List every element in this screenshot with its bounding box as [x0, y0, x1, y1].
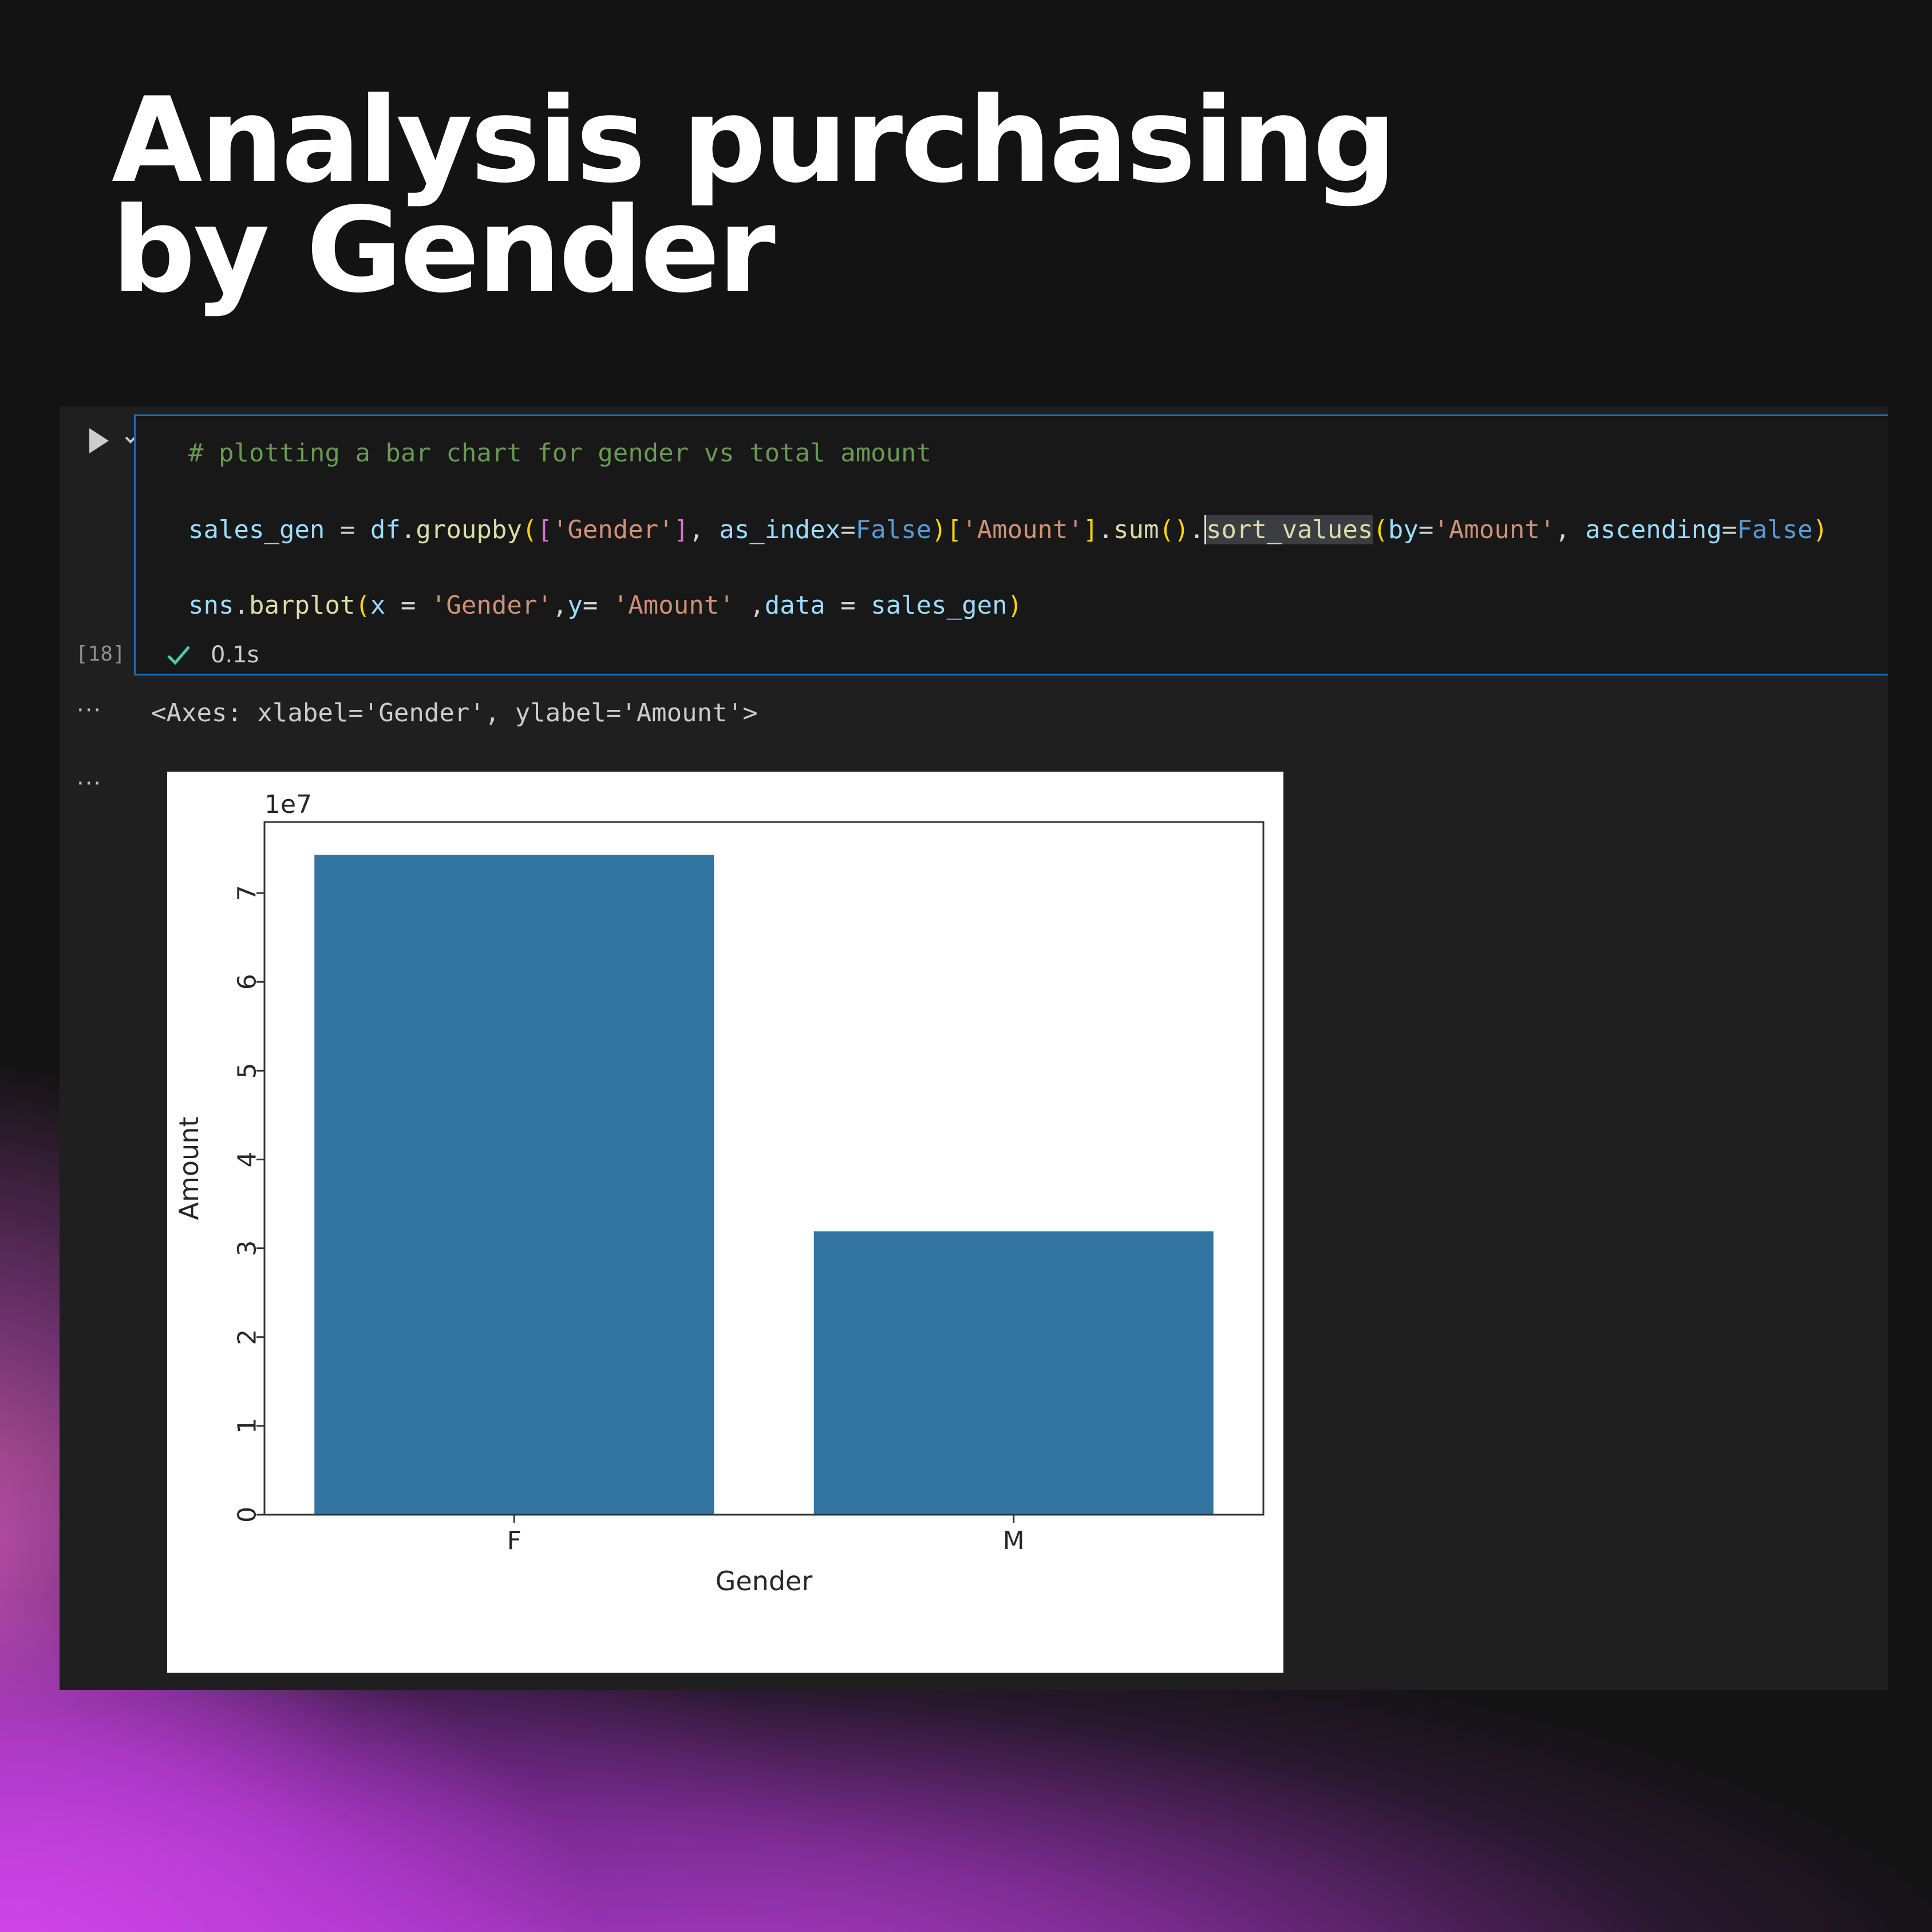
bar-m [813, 1231, 1214, 1515]
code-token: ] [1083, 515, 1099, 544]
code-token: ( [355, 591, 370, 620]
code-token: ) [931, 515, 947, 544]
code-token: . [400, 515, 416, 544]
code-token-selected: sort_values [1204, 515, 1373, 544]
code-token: barplot [248, 591, 355, 620]
page-title-line-1: Analysis purchasing [112, 73, 1397, 209]
code-token: ) [1812, 515, 1828, 544]
bar-f [314, 855, 714, 1515]
run-cell-button[interactable] [73, 424, 136, 458]
code-token: 'Amount' [962, 515, 1084, 544]
code-token: [ [946, 515, 962, 544]
code-token: df [370, 515, 401, 544]
cell-status: 0.1s [166, 639, 259, 671]
code-token: = [825, 591, 871, 620]
code-token: = [1418, 515, 1434, 544]
code-token: by [1388, 515, 1419, 544]
y-tick-label: 3 [233, 1240, 262, 1257]
y-tick-label: 4 [233, 1151, 262, 1167]
code-token: ( [1373, 515, 1388, 544]
y-axis-label: Amount [173, 1117, 204, 1220]
code-token: sales_gen [871, 591, 1008, 620]
code-token: x [370, 591, 386, 620]
code-token: = [325, 515, 370, 544]
code-token: ) [1007, 591, 1023, 620]
y-offset-text: 1e7 [264, 790, 312, 819]
code-token: . [234, 591, 249, 620]
execution-count: [18] [76, 642, 125, 666]
y-tick-label: 1 [233, 1418, 262, 1434]
code-token: as_index [719, 515, 841, 544]
execution-time: 0.1s [211, 642, 259, 668]
x-axis-label: Gender [716, 1566, 813, 1597]
code-token: sales_gen [188, 515, 325, 544]
y-tick-label: 2 [233, 1329, 262, 1345]
code-token: 'Gender' [430, 591, 552, 620]
y-tick-label: 0 [233, 1507, 262, 1523]
code-token: False [1737, 515, 1813, 544]
code-token: , [552, 591, 568, 620]
code-token: , [689, 515, 720, 544]
y-tick-label: 5 [233, 1062, 262, 1078]
code-token: ascending [1585, 515, 1722, 544]
y-tick-label: 6 [233, 974, 262, 990]
code-token: groupby [416, 515, 522, 544]
output-menu-ellipsis[interactable]: ··· [77, 697, 102, 724]
code-token: sns [188, 591, 234, 620]
code-token: data [764, 591, 825, 620]
output-menu-ellipsis[interactable]: ··· [77, 771, 102, 797]
page-title: Analysis purchasing by Gender [112, 73, 1397, 319]
code-token: , [1555, 515, 1586, 544]
code-token: () [1159, 515, 1190, 544]
code-line-comment[interactable]: # plotting a bar chart for gender vs tot… [188, 437, 931, 469]
code-token: sum [1113, 515, 1159, 544]
code-token: = [582, 591, 613, 620]
code-token: . [1098, 515, 1114, 544]
x-tick-label: M [1003, 1526, 1025, 1555]
code-token: = [385, 591, 431, 620]
code-comment: # plotting a bar chart for gender vs tot… [188, 438, 932, 468]
code-token: y [567, 591, 583, 620]
y-tick-label: 7 [233, 885, 262, 901]
play-icon [89, 428, 109, 453]
code-token: = [840, 515, 856, 544]
code-token: False [855, 515, 932, 544]
code-token: 'Gender' [552, 515, 674, 544]
code-token: , [734, 591, 765, 620]
bar-chart-output: F M 0 1 2 3 4 5 6 7 1e7 Gender Amount [167, 772, 1283, 1673]
code-token: 'Amount' [1433, 515, 1555, 544]
code-token: 'Amount' [613, 591, 734, 620]
code-line-groupby[interactable]: sales_gen = df.groupby(['Gender'], as_in… [188, 514, 1828, 546]
x-tick-label: F [507, 1526, 521, 1555]
code-token: ] [673, 515, 689, 544]
code-token: . [1189, 515, 1205, 544]
code-token: [ [537, 515, 552, 544]
code-token: = [1721, 515, 1737, 544]
code-line-barplot[interactable]: sns.barplot(x = 'Gender',y= 'Amount' ,da… [188, 590, 1022, 622]
output-axes-repr: <Axes: xlabel='Gender', ylabel='Amount'> [151, 698, 758, 728]
code-token: ( [521, 515, 538, 544]
check-icon [167, 646, 190, 665]
bar-chart-svg: F M 0 1 2 3 4 5 6 7 1e7 Gender Amount [173, 790, 1265, 1597]
page-title-line-2: by Gender [112, 183, 776, 319]
notebook-cell-area: [18] # plotting a bar chart for gender v… [60, 406, 1888, 1690]
